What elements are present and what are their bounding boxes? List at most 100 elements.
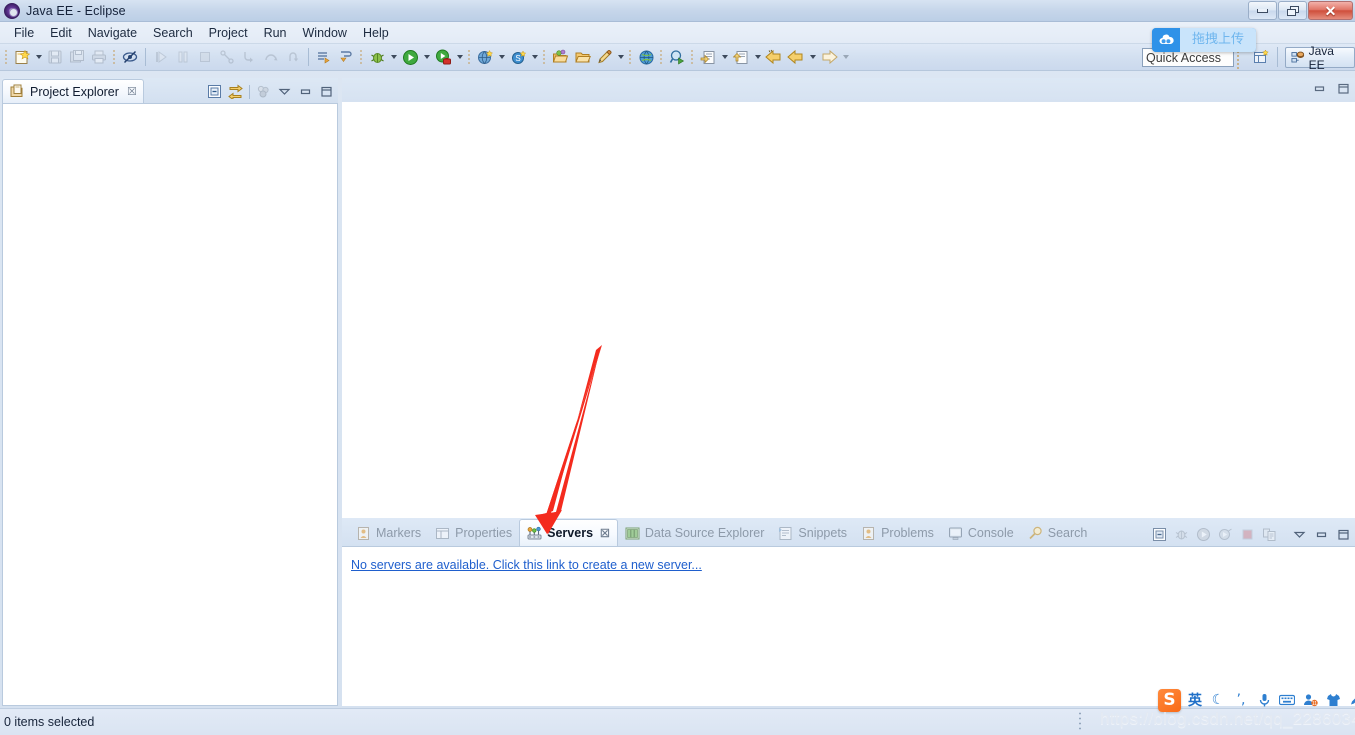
run-on-server-dropdown-arrow[interactable]	[496, 46, 507, 68]
perspective-java-ee-button[interactable]: Java EE	[1285, 44, 1355, 72]
resume-icon[interactable]	[150, 46, 172, 68]
tab-console[interactable]: Console	[941, 520, 1021, 546]
toggle-mark-occurrences-icon[interactable]	[119, 46, 141, 68]
collapse-all-icon[interactable]	[1151, 526, 1167, 542]
maximize-editor-icon[interactable]	[1335, 80, 1351, 96]
menu-run[interactable]: Run	[256, 24, 295, 42]
tab-snippets[interactable]: Snippets	[771, 520, 854, 546]
debug-icon[interactable]	[366, 46, 388, 68]
link-with-editor-icon[interactable]	[226, 82, 245, 101]
toolbar-grip[interactable]	[690, 48, 695, 66]
toolbar-grip[interactable]	[628, 48, 633, 66]
toolbar-grip[interactable]	[542, 48, 547, 66]
minimize-view-icon[interactable]	[1313, 526, 1329, 542]
menu-file[interactable]: File	[6, 24, 42, 42]
tab-servers[interactable]: Servers ☒	[519, 519, 618, 546]
menu-window[interactable]: Window	[295, 24, 355, 42]
terminate-icon[interactable]	[194, 46, 216, 68]
menu-project[interactable]: Project	[201, 24, 256, 42]
tab-search[interactable]: Search	[1021, 520, 1095, 546]
forward-icon[interactable]	[818, 46, 840, 68]
toolbar-grip[interactable]	[467, 48, 472, 66]
restore-button[interactable]	[1278, 1, 1307, 20]
view-menu-icon[interactable]	[275, 82, 294, 101]
ime-voice-input-icon[interactable]	[1255, 690, 1273, 710]
forward-dropdown-arrow[interactable]	[840, 46, 851, 68]
minimize-editor-icon[interactable]	[1311, 80, 1327, 96]
drag-upload-overlay[interactable]: 拖拽上传	[1152, 28, 1256, 52]
last-edit-dropdown-arrow[interactable]	[719, 46, 730, 68]
profile-dropdown-arrow[interactable]	[529, 46, 540, 68]
ime-moon-icon[interactable]: ☾	[1209, 690, 1227, 710]
tab-properties[interactable]: Properties	[428, 520, 519, 546]
toolbar-grip[interactable]	[112, 48, 117, 66]
tab-data-source-explorer[interactable]: Data Source Explorer	[618, 520, 772, 546]
back-dropdown-arrow[interactable]	[807, 46, 818, 68]
collapse-all-icon[interactable]	[205, 82, 224, 101]
back-icon[interactable]	[785, 46, 807, 68]
menu-search[interactable]: Search	[145, 24, 201, 42]
ime-mode-chinese[interactable]: 英	[1186, 690, 1204, 710]
new-annotation-icon[interactable]	[593, 46, 615, 68]
ime-skin-icon[interactable]	[1324, 690, 1342, 710]
create-new-server-link[interactable]: No servers are available. Click this lin…	[351, 558, 702, 572]
maximize-view-icon[interactable]	[1335, 526, 1351, 542]
step-return-icon[interactable]	[282, 46, 304, 68]
ime-soft-keyboard-icon[interactable]	[1278, 690, 1296, 710]
menu-navigate[interactable]: Navigate	[80, 24, 145, 42]
maximize-view-icon[interactable]	[317, 82, 336, 101]
step-into-icon[interactable]	[238, 46, 260, 68]
last-edit-location-icon[interactable]	[697, 46, 719, 68]
search-icon[interactable]	[666, 46, 688, 68]
run-external-dropdown-arrow[interactable]	[454, 46, 465, 68]
run-external-tools-icon[interactable]	[432, 46, 454, 68]
new-annotation-dropdown-arrow[interactable]	[615, 46, 626, 68]
ime-toolbox-icon[interactable]	[1347, 690, 1355, 710]
status-bar-grip[interactable]	[1078, 711, 1083, 732]
back-history-icon[interactable]	[763, 46, 785, 68]
disconnect-icon[interactable]	[216, 46, 238, 68]
next-annotation-icon[interactable]	[313, 46, 335, 68]
menu-help[interactable]: Help	[355, 24, 397, 42]
step-over-icon[interactable]	[260, 46, 282, 68]
publish-icon[interactable]	[1261, 526, 1277, 542]
save-icon[interactable]	[44, 46, 66, 68]
close-button[interactable]: ✕	[1308, 1, 1353, 20]
save-all-icon[interactable]	[66, 46, 88, 68]
run-icon[interactable]	[399, 46, 421, 68]
profile-server-icon[interactable]	[1217, 526, 1233, 542]
menu-edit[interactable]: Edit	[42, 24, 80, 42]
new-wizard-dropdown-arrow[interactable]	[33, 46, 44, 68]
close-icon[interactable]: ☒	[600, 527, 610, 540]
toolbar-grip[interactable]	[659, 48, 664, 66]
previous-annotation-icon[interactable]	[335, 46, 357, 68]
editor-empty-area[interactable]	[342, 102, 1355, 518]
minimize-button[interactable]	[1248, 1, 1277, 20]
previous-edit-dropdown-arrow[interactable]	[752, 46, 763, 68]
tab-problems[interactable]: Problems	[854, 520, 941, 546]
open-web-browser-icon[interactable]	[635, 46, 657, 68]
focus-on-active-task-icon[interactable]	[254, 82, 273, 101]
run-dropdown-arrow[interactable]	[421, 46, 432, 68]
new-wizard-icon[interactable]	[11, 46, 33, 68]
new-java-package-icon[interactable]	[549, 46, 571, 68]
project-explorer-tree[interactable]	[2, 103, 338, 706]
suspend-icon[interactable]	[172, 46, 194, 68]
ime-punctuation-icon[interactable]: ’,	[1232, 690, 1250, 710]
previous-edit-icon[interactable]	[730, 46, 752, 68]
debug-dropdown-arrow[interactable]	[388, 46, 399, 68]
start-server-icon[interactable]	[1195, 526, 1211, 542]
ime-user-icon[interactable]: 11	[1301, 690, 1319, 710]
print-icon[interactable]	[88, 46, 110, 68]
view-menu-icon[interactable]	[1291, 526, 1307, 542]
close-icon[interactable]: ☒	[127, 85, 137, 98]
stop-server-icon[interactable]	[1239, 526, 1255, 542]
servers-view-body[interactable]: No servers are available. Click this lin…	[342, 546, 1355, 706]
open-type-icon[interactable]	[571, 46, 593, 68]
run-on-server-icon[interactable]	[474, 46, 496, 68]
minimize-view-icon[interactable]	[296, 82, 315, 101]
toolbar-grip[interactable]	[359, 48, 364, 66]
tab-project-explorer[interactable]: Project Explorer ☒	[2, 79, 144, 103]
toolbar-grip[interactable]	[4, 48, 9, 66]
profile-icon[interactable]: S	[507, 46, 529, 68]
